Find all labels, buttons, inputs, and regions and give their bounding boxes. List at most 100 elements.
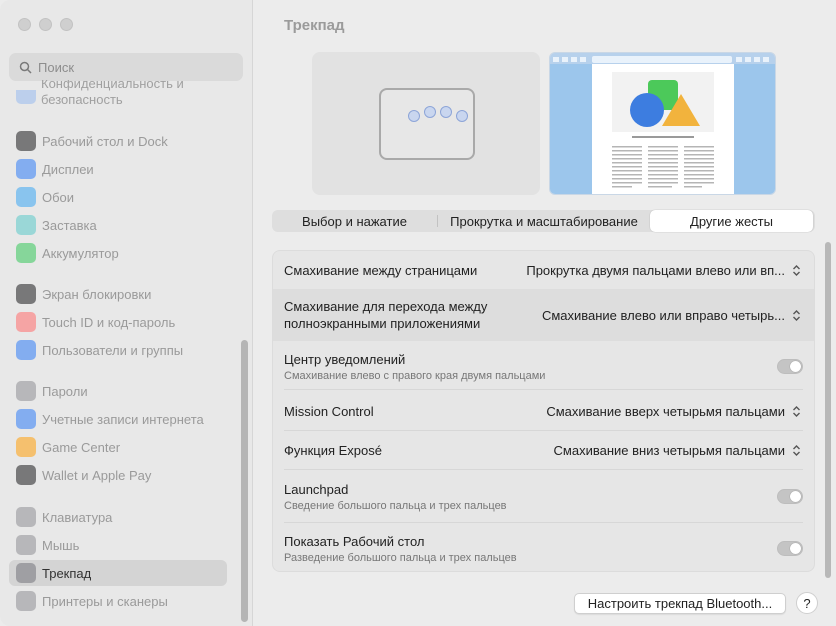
at-icon bbox=[16, 409, 36, 429]
keyboard-icon bbox=[16, 507, 36, 527]
setting-row-swipe-pages: Смахивание между страницами Прокрутка дв… bbox=[273, 253, 814, 287]
sidebar-item-display[interactable]: Дисплеи bbox=[9, 156, 227, 182]
popup-value: Смахивание вверх четырьмя пальцами bbox=[546, 403, 785, 419]
sidebar-item-battery[interactable]: Аккумулятор bbox=[9, 240, 227, 266]
sidebar-item-at[interactable]: Учетные записи интернета bbox=[9, 406, 227, 432]
finger-dot bbox=[408, 110, 420, 122]
main-scrollbar[interactable] bbox=[825, 242, 831, 578]
search-input[interactable]: Поиск bbox=[38, 60, 74, 75]
mission-control-popup[interactable]: Смахивание вверх четырьмя пальцами bbox=[546, 403, 803, 420]
sidebar-item-label: Трекпад bbox=[42, 565, 92, 581]
sidebar-item-wallpaper[interactable]: Обои bbox=[9, 184, 227, 210]
sidebar-item-printer[interactable]: Принтеры и сканеры bbox=[9, 588, 227, 614]
sidebar-item-key[interactable]: Пароли bbox=[9, 378, 227, 404]
sidebar-item-label: Учетные записи интернета bbox=[42, 411, 204, 427]
swipe-fullscreen-popup[interactable]: Смахивание влево или вправо четырь... bbox=[542, 307, 803, 324]
setting-label: Показать Рабочий стол bbox=[284, 533, 425, 549]
mouse-icon bbox=[16, 535, 36, 555]
lock-icon bbox=[16, 284, 36, 304]
row-divider bbox=[284, 522, 803, 523]
screensaver-icon bbox=[16, 215, 36, 235]
trackpad-illustration bbox=[379, 88, 475, 160]
sidebar-item-dock[interactable]: Рабочий стол и Dock bbox=[9, 128, 227, 154]
gesture-tabs: Выбор и нажатие Прокрутка и масштабирова… bbox=[272, 210, 815, 232]
sidebar-item-privacy[interactable]: Конфиденциальность и безопасность bbox=[41, 80, 184, 108]
setting-label: Launchpad bbox=[284, 481, 349, 497]
sidebar-item-users[interactable]: Пользователи и группы bbox=[9, 337, 227, 363]
sidebar-item-game-center[interactable]: Game Center bbox=[9, 434, 227, 460]
users-icon bbox=[16, 340, 36, 360]
setting-row-show-desktop: Показать Рабочий стол Разведение большог… bbox=[273, 524, 814, 572]
toggle-knob bbox=[790, 360, 801, 372]
screen-preview bbox=[549, 52, 776, 195]
search-field[interactable]: Поиск bbox=[9, 53, 243, 81]
help-button[interactable]: ? bbox=[796, 592, 818, 614]
wallpaper-icon bbox=[16, 187, 36, 207]
game-center-icon bbox=[16, 437, 36, 457]
sidebar-item-label: Пароли bbox=[42, 383, 88, 399]
sidebar-item-label: Game Center bbox=[42, 439, 121, 455]
sidebar-item-mouse[interactable]: Мышь bbox=[9, 532, 227, 558]
tab-point-click[interactable]: Выбор и нажатие bbox=[272, 210, 437, 232]
preview-document bbox=[592, 64, 734, 194]
setting-description: Смахивание влево с правого края двумя па… bbox=[284, 369, 546, 382]
tab-scroll-zoom[interactable]: Прокрутка и масштабирование bbox=[438, 210, 650, 232]
row-divider bbox=[284, 430, 803, 431]
setting-row-launchpad: Launchpad Сведение большого пальца и тре… bbox=[273, 471, 814, 521]
swipe-pages-popup[interactable]: Прокрутка двумя пальцами влево или вп... bbox=[526, 262, 803, 279]
settings-window: Поиск Конфиденциальность и безопасность … bbox=[0, 0, 836, 626]
setting-row-swipe-fullscreen: Смахивание для перехода между полноэкран… bbox=[273, 289, 814, 341]
sidebar-item-keyboard[interactable]: Клавиатура bbox=[9, 504, 227, 530]
sidebar-item-label: Заставка bbox=[42, 217, 97, 233]
sidebar-item-label: Клавиатура bbox=[42, 509, 113, 525]
setting-text: Показать Рабочий стол Разведение большог… bbox=[284, 533, 517, 564]
close-window-button[interactable] bbox=[18, 18, 31, 31]
sidebar: Поиск Конфиденциальность и безопасность … bbox=[0, 0, 253, 626]
sidebar-item-label: Принтеры и сканеры bbox=[42, 593, 168, 609]
launchpad-toggle[interactable] bbox=[777, 488, 803, 504]
chevron-updown-icon bbox=[790, 442, 803, 459]
popup-value: Смахивание вниз четырьмя пальцами bbox=[553, 442, 785, 458]
popup-value: Смахивание влево или вправо четырь... bbox=[541, 307, 785, 323]
sidebar-item-screensaver[interactable]: Заставка bbox=[9, 212, 227, 238]
setting-label: Функция Exposé bbox=[284, 442, 382, 458]
setting-row-notification-center: Центр уведомлений Смахивание влево с пра… bbox=[273, 343, 814, 389]
sidebar-item-label: Пользователи и группы bbox=[42, 342, 184, 358]
popup-value: Прокрутка двумя пальцами влево или вп... bbox=[526, 262, 785, 278]
setup-bluetooth-trackpad-button[interactable]: Настроить трекпад Bluetooth... bbox=[574, 593, 786, 614]
notification-center-toggle[interactable] bbox=[777, 358, 803, 374]
zoom-window-button[interactable] bbox=[60, 18, 73, 31]
page-title: Трекпад bbox=[284, 17, 345, 34]
key-icon bbox=[16, 381, 36, 401]
sidebar-item-fingerprint[interactable]: Touch ID и код-пароль bbox=[9, 309, 227, 335]
row-divider bbox=[284, 389, 803, 390]
setting-row-mission-control: Mission Control Смахивание вверх четырьм… bbox=[273, 393, 814, 429]
display-icon bbox=[16, 159, 36, 179]
sidebar-item-trackpad[interactable]: Трекпад bbox=[9, 560, 227, 586]
wallet-icon bbox=[16, 465, 36, 485]
setting-label: Центр уведомлений bbox=[284, 351, 406, 367]
chevron-updown-icon bbox=[790, 307, 803, 324]
chevron-updown-icon bbox=[790, 403, 803, 420]
sidebar-item-label: Wallet и Apple Pay bbox=[42, 467, 152, 483]
sidebar-item-label: Мышь bbox=[42, 537, 80, 553]
preview-sidebar-left bbox=[550, 64, 592, 194]
show-desktop-toggle[interactable] bbox=[777, 540, 803, 556]
sidebar-item-label: Обои bbox=[42, 189, 75, 205]
setting-description: Разведение большого пальца и трех пальце… bbox=[284, 551, 517, 564]
sidebar-scrollbar[interactable] bbox=[241, 340, 248, 622]
setting-label: Смахивание между страницами bbox=[284, 262, 478, 278]
setting-label: Mission Control bbox=[284, 403, 374, 419]
sidebar-item-label: Аккумулятор bbox=[42, 245, 119, 261]
minimize-window-button[interactable] bbox=[39, 18, 52, 31]
sidebar-item-label: Рабочий стол и Dock bbox=[42, 133, 168, 149]
toggle-knob bbox=[790, 490, 801, 502]
toggle-knob bbox=[790, 542, 801, 554]
sidebar-item-lock[interactable]: Экран блокировки bbox=[9, 281, 227, 307]
sidebar-item-wallet[interactable]: Wallet и Apple Pay bbox=[9, 462, 227, 488]
setting-text: Launchpad Сведение большого пальца и тре… bbox=[284, 481, 507, 512]
expose-popup[interactable]: Смахивание вниз четырьмя пальцами bbox=[554, 442, 803, 459]
finger-dot bbox=[456, 110, 468, 122]
preview-sidebar-right bbox=[734, 64, 775, 194]
tab-more-gestures[interactable]: Другие жесты bbox=[650, 210, 813, 232]
